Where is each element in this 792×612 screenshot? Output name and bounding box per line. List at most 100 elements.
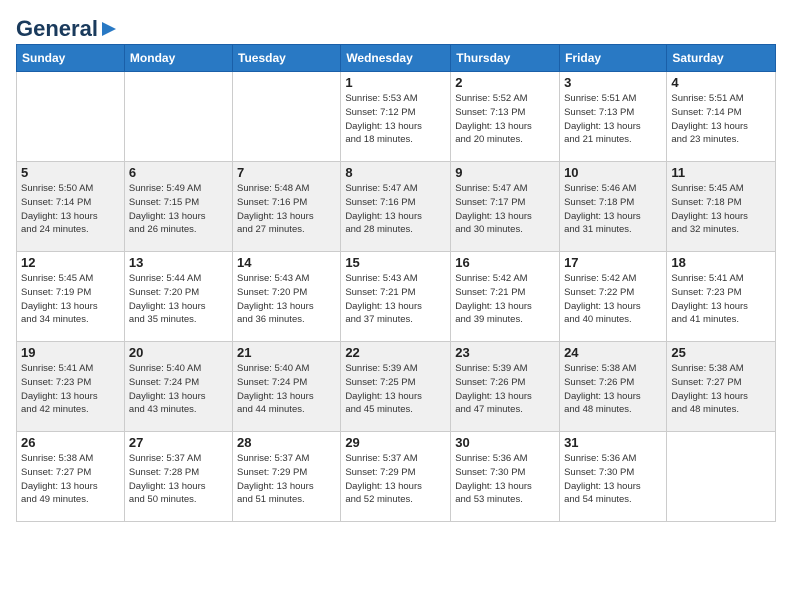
calendar-day: 19Sunrise: 5:41 AM Sunset: 7:23 PM Dayli…	[17, 342, 125, 432]
calendar-day: 30 Sunrise: 5:36 AM Sunset: 7:30 PM Dayli…	[451, 432, 560, 522]
weekday-header: Tuesday	[233, 45, 341, 72]
day-number: 7	[237, 165, 336, 180]
day-info: Sunrise: 5:47 AM Sunset: 7:16 PM Dayligh…	[345, 182, 446, 237]
day-number: 12	[21, 255, 120, 270]
weekday-header: Friday	[560, 45, 667, 72]
calendar-day: 2 Sunrise: 5:52 AM Sunset: 7:13 PM Daylig…	[451, 72, 560, 162]
logo-arrow-icon	[98, 18, 120, 40]
calendar-day: 1 Sunrise: 5:53 AM Sunset: 7:12 PM Daylig…	[341, 72, 451, 162]
calendar-day: 16 Sunrise: 5:42 AM Sunset: 7:21 PM Dayli…	[451, 252, 560, 342]
calendar-week-row: 1 Sunrise: 5:53 AM Sunset: 7:12 PM Daylig…	[17, 72, 776, 162]
day-info: Sunrise: 5:51 AM Sunset: 7:13 PM Dayligh…	[564, 92, 662, 147]
weekday-header: Wednesday	[341, 45, 451, 72]
day-number: 3	[564, 75, 662, 90]
weekday-header: Saturday	[667, 45, 776, 72]
day-info: Sunrise: 5:42 AM Sunset: 7:21 PM Dayligh…	[455, 272, 555, 327]
day-number: 4	[671, 75, 771, 90]
day-number: 28	[237, 435, 336, 450]
page-header: General	[16, 16, 776, 36]
calendar-day: 5Sunrise: 5:50 AM Sunset: 7:14 PM Daylig…	[17, 162, 125, 252]
day-info: Sunrise: 5:38 AM Sunset: 7:27 PM Dayligh…	[21, 452, 120, 507]
day-info: Sunrise: 5:40 AM Sunset: 7:24 PM Dayligh…	[129, 362, 228, 417]
day-info: Sunrise: 5:43 AM Sunset: 7:21 PM Dayligh…	[345, 272, 446, 327]
day-info: Sunrise: 5:47 AM Sunset: 7:17 PM Dayligh…	[455, 182, 555, 237]
day-number: 22	[345, 345, 446, 360]
day-info: Sunrise: 5:45 AM Sunset: 7:18 PM Dayligh…	[671, 182, 771, 237]
weekday-header-row: SundayMondayTuesdayWednesdayThursdayFrid…	[17, 45, 776, 72]
day-info: Sunrise: 5:36 AM Sunset: 7:30 PM Dayligh…	[455, 452, 555, 507]
day-info: Sunrise: 5:41 AM Sunset: 7:23 PM Dayligh…	[671, 272, 771, 327]
calendar-day: 21 Sunrise: 5:40 AM Sunset: 7:24 PM Dayli…	[233, 342, 341, 432]
calendar-week-row: 19Sunrise: 5:41 AM Sunset: 7:23 PM Dayli…	[17, 342, 776, 432]
calendar-day: 18 Sunrise: 5:41 AM Sunset: 7:23 PM Dayli…	[667, 252, 776, 342]
day-number: 27	[129, 435, 228, 450]
day-info: Sunrise: 5:36 AM Sunset: 7:30 PM Dayligh…	[564, 452, 662, 507]
day-number: 20	[129, 345, 228, 360]
calendar-day: 11 Sunrise: 5:45 AM Sunset: 7:18 PM Dayli…	[667, 162, 776, 252]
day-info: Sunrise: 5:53 AM Sunset: 7:12 PM Dayligh…	[345, 92, 446, 147]
calendar-day: 4 Sunrise: 5:51 AM Sunset: 7:14 PM Daylig…	[667, 72, 776, 162]
calendar-day: 27 Sunrise: 5:37 AM Sunset: 7:28 PM Dayli…	[124, 432, 232, 522]
day-info: Sunrise: 5:42 AM Sunset: 7:22 PM Dayligh…	[564, 272, 662, 327]
calendar-day: 29 Sunrise: 5:37 AM Sunset: 7:29 PM Dayli…	[341, 432, 451, 522]
calendar-day: 15Sunrise: 5:43 AM Sunset: 7:21 PM Dayli…	[341, 252, 451, 342]
day-number: 13	[129, 255, 228, 270]
day-number: 17	[564, 255, 662, 270]
calendar-empty	[124, 72, 232, 162]
calendar-week-row: 5Sunrise: 5:50 AM Sunset: 7:14 PM Daylig…	[17, 162, 776, 252]
calendar-table: SundayMondayTuesdayWednesdayThursdayFrid…	[16, 44, 776, 522]
logo: General	[16, 16, 120, 36]
calendar-day: 14Sunrise: 5:43 AM Sunset: 7:20 PM Dayli…	[233, 252, 341, 342]
day-number: 18	[671, 255, 771, 270]
calendar-day: 9 Sunrise: 5:47 AM Sunset: 7:17 PM Daylig…	[451, 162, 560, 252]
day-number: 25	[671, 345, 771, 360]
day-number: 10	[564, 165, 662, 180]
day-number: 9	[455, 165, 555, 180]
day-number: 30	[455, 435, 555, 450]
calendar-week-row: 26 Sunrise: 5:38 AM Sunset: 7:27 PM Dayli…	[17, 432, 776, 522]
day-info: Sunrise: 5:37 AM Sunset: 7:29 PM Dayligh…	[345, 452, 446, 507]
calendar-day: 6Sunrise: 5:49 AM Sunset: 7:15 PM Daylig…	[124, 162, 232, 252]
day-number: 29	[345, 435, 446, 450]
day-number: 21	[237, 345, 336, 360]
day-number: 11	[671, 165, 771, 180]
calendar-week-row: 12 Sunrise: 5:45 AM Sunset: 7:19 PM Dayli…	[17, 252, 776, 342]
calendar-day: 25 Sunrise: 5:38 AM Sunset: 7:27 PM Dayli…	[667, 342, 776, 432]
day-number: 2	[455, 75, 555, 90]
calendar-empty	[667, 432, 776, 522]
day-info: Sunrise: 5:45 AM Sunset: 7:19 PM Dayligh…	[21, 272, 120, 327]
day-number: 26	[21, 435, 120, 450]
calendar-day: 31Sunrise: 5:36 AM Sunset: 7:30 PM Dayli…	[560, 432, 667, 522]
calendar-empty	[17, 72, 125, 162]
calendar-day: 20 Sunrise: 5:40 AM Sunset: 7:24 PM Dayli…	[124, 342, 232, 432]
calendar-day: 17 Sunrise: 5:42 AM Sunset: 7:22 PM Dayli…	[560, 252, 667, 342]
day-info: Sunrise: 5:38 AM Sunset: 7:27 PM Dayligh…	[671, 362, 771, 417]
logo-general: General	[16, 16, 98, 42]
day-number: 19	[21, 345, 120, 360]
day-info: Sunrise: 5:44 AM Sunset: 7:20 PM Dayligh…	[129, 272, 228, 327]
day-number: 24	[564, 345, 662, 360]
day-info: Sunrise: 5:49 AM Sunset: 7:15 PM Dayligh…	[129, 182, 228, 237]
day-info: Sunrise: 5:48 AM Sunset: 7:16 PM Dayligh…	[237, 182, 336, 237]
day-number: 23	[455, 345, 555, 360]
day-info: Sunrise: 5:37 AM Sunset: 7:28 PM Dayligh…	[129, 452, 228, 507]
calendar-day: 23 Sunrise: 5:39 AM Sunset: 7:26 PM Dayli…	[451, 342, 560, 432]
day-info: Sunrise: 5:50 AM Sunset: 7:14 PM Dayligh…	[21, 182, 120, 237]
day-number: 16	[455, 255, 555, 270]
day-info: Sunrise: 5:46 AM Sunset: 7:18 PM Dayligh…	[564, 182, 662, 237]
calendar-day: 26 Sunrise: 5:38 AM Sunset: 7:27 PM Dayli…	[17, 432, 125, 522]
weekday-header: Monday	[124, 45, 232, 72]
day-info: Sunrise: 5:39 AM Sunset: 7:26 PM Dayligh…	[455, 362, 555, 417]
day-info: Sunrise: 5:52 AM Sunset: 7:13 PM Dayligh…	[455, 92, 555, 147]
day-info: Sunrise: 5:39 AM Sunset: 7:25 PM Dayligh…	[345, 362, 446, 417]
weekday-header: Thursday	[451, 45, 560, 72]
day-info: Sunrise: 5:40 AM Sunset: 7:24 PM Dayligh…	[237, 362, 336, 417]
calendar-day: 10 Sunrise: 5:46 AM Sunset: 7:18 PM Dayli…	[560, 162, 667, 252]
day-number: 14	[237, 255, 336, 270]
calendar-day: 13 Sunrise: 5:44 AM Sunset: 7:20 PM Dayli…	[124, 252, 232, 342]
day-number: 1	[345, 75, 446, 90]
weekday-header: Sunday	[17, 45, 125, 72]
calendar-empty	[233, 72, 341, 162]
day-info: Sunrise: 5:51 AM Sunset: 7:14 PM Dayligh…	[671, 92, 771, 147]
calendar-day: 8Sunrise: 5:47 AM Sunset: 7:16 PM Daylig…	[341, 162, 451, 252]
